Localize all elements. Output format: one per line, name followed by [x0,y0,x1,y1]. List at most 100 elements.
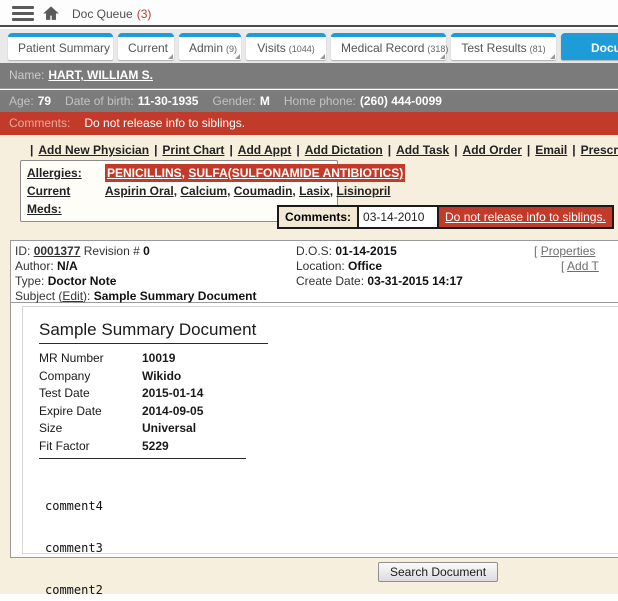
tab-current[interactable]: Current [118,33,174,60]
meta-row-subject: Subject (Edit): Sample Summary Document [15,289,618,304]
hamburger-menu-icon[interactable] [12,6,34,21]
add-new-physician-link[interactable]: Add New Physician [38,143,149,157]
field-value: 2015-01-14 [142,386,204,400]
age-label: Age: [9,94,34,108]
top-bar: Doc Queue (3) [0,0,618,27]
search-document-button[interactable]: Search Document [378,562,499,582]
document-field-table: MR Number 10019 Company Wikido Test Date 20… [39,350,618,455]
app-title: Doc Queue (3) [72,7,151,21]
table-bottom-rule [39,458,246,459]
med-item[interactable]: Lasix [299,184,330,198]
med-item[interactable]: Lisinopril [336,184,390,198]
dob-value: 11-30-1935 [137,94,199,108]
patient-name-bar: Name: HART, WILLIAM S. [0,63,618,89]
pipe-separator: | [387,143,392,157]
tab-label: Visits [257,41,286,55]
table-row: Size Universal [39,420,618,438]
id-label: ID: [15,244,31,258]
tab-test-results[interactable]: Test Results (81) [451,33,556,60]
meta-row-dos: D.O.S: 01-14-2015 [296,244,463,259]
prescribe-link[interactable]: Prescribe [581,143,618,157]
create-date-value: 03-31-2015 14:17 [367,274,463,288]
create-date-label: Create Date: [296,274,365,288]
table-row: Fit Factor 5229 [39,438,618,456]
tab-medical-record[interactable]: Medical Record (318) [331,33,449,60]
comment-line: comment3 [45,541,103,555]
document-id-link[interactable]: 0001377 [34,244,81,258]
properties-link[interactable]: Properties [541,244,596,258]
doc-comments-label: Comments: [277,205,360,229]
field-label: Expire Date [39,403,102,418]
tab-patient-summary[interactable]: Patient Summary [8,33,113,60]
allergies-row: Allergies: PENICILLINS, SULFA(SULFONAMID… [27,164,406,182]
current-meds-link[interactable]: Current Meds: [27,184,70,216]
doc-comments-date-input[interactable] [359,205,440,229]
add-order-link[interactable]: Add Order [463,143,522,157]
page: Doc Queue (3) Patient Summary Current Adm… [0,0,618,601]
field-label: Fit Factor [39,438,90,453]
type-label: Type: [15,274,45,288]
allergies-link[interactable]: Allergies: [27,166,82,180]
email-link[interactable]: Email [535,143,567,157]
tab-documents-active[interactable]: Document S [561,33,618,60]
table-row: Company Wikido [39,368,618,386]
subject-label-suffix: ): [83,289,91,303]
pipe-separator: | [572,143,576,157]
patient-demographics-bar: Age: 79 Date of birth: 11-30-1935 Gender: M Ho… [0,90,618,112]
gender-label: Gender: [212,94,256,108]
comma-separator: , [292,184,296,198]
document-comments-row: Comments: Do not release info to sibling… [277,205,614,229]
bracket: [ [561,259,565,273]
tab-visits[interactable]: Visits (1044) [246,33,326,60]
doc-comments-alert-link[interactable]: Do not release info to siblings. [439,205,614,229]
tab-label: Document S [590,41,618,55]
add-dictation-link[interactable]: Add Dictation [305,143,383,157]
document-comment-lines: comment4 comment3 comment2 comment1 [45,471,618,601]
field-label: Test Date [39,386,90,400]
add-task-link[interactable]: Add Task [396,143,449,157]
allergy-item[interactable]: SULFA(SULFONAMIDE ANTIBIOTICS) [188,166,403,180]
gender-value: M [259,94,270,108]
med-item[interactable]: Coumadin [234,184,293,198]
allergy-item[interactable]: PENICILLINS [107,166,182,180]
author-value: N/A [57,259,78,273]
pipe-separator: | [296,143,300,157]
comma-separator: , [181,166,186,180]
meta-row-create: Create Date: 03-31-2015 14:17 [296,274,463,289]
dos-value: 01-14-2015 [335,244,397,258]
field-value: Wikido [142,368,182,383]
med-item[interactable]: Aspirin Oral [105,184,174,198]
add-appt-link[interactable]: Add Appt [238,143,292,157]
phone-label: Home phone: [283,94,356,108]
tab-label: Patient Summary [18,41,111,55]
tab-count: (318) [427,44,449,54]
tab-label: Admin [189,41,224,55]
comma-separator: , [329,184,334,198]
document-frame: Sample Summary Document MR Number 10019 C… [22,306,618,597]
home-icon[interactable] [42,5,60,22]
author-label: Author: [15,259,54,273]
print-chart-link[interactable]: Print Chart [162,143,224,157]
add-link-wrap: [ Add T [561,259,599,274]
tab-label: Medical Record [341,41,425,55]
subject-label: Subject ( [15,289,63,303]
field-label: Company [39,368,91,383]
med-item[interactable]: Calcium [180,184,227,198]
document-title: Sample Summary Document [39,320,269,344]
patient-comments-bar: Comments: Do not release info to siblings… [0,112,618,135]
queue-count: (3) [136,7,152,21]
tab-label: Test Results [461,41,527,55]
properties-link-wrap: [ Properties [534,244,595,259]
subject-edit-link[interactable]: Edit [62,289,83,303]
patient-name-link[interactable]: HART, WILLIAM S. [48,68,153,82]
tab-admin[interactable]: Admin (9) [179,33,241,60]
allergies-label: Allergies: [27,164,105,182]
field-label: Size [39,421,63,435]
tab-bar: Patient Summary Current Admin (9) Visits(… [0,29,618,63]
tab-count: (9) [226,44,238,54]
tab-label: Current [128,41,169,55]
add-link[interactable]: Add T [567,259,599,273]
meta-column-2: D.O.S: 01-14-2015 Location: Office Creat… [296,244,463,289]
comma-separator: , [173,184,178,198]
table-row: MR Number 10019 [39,350,618,368]
